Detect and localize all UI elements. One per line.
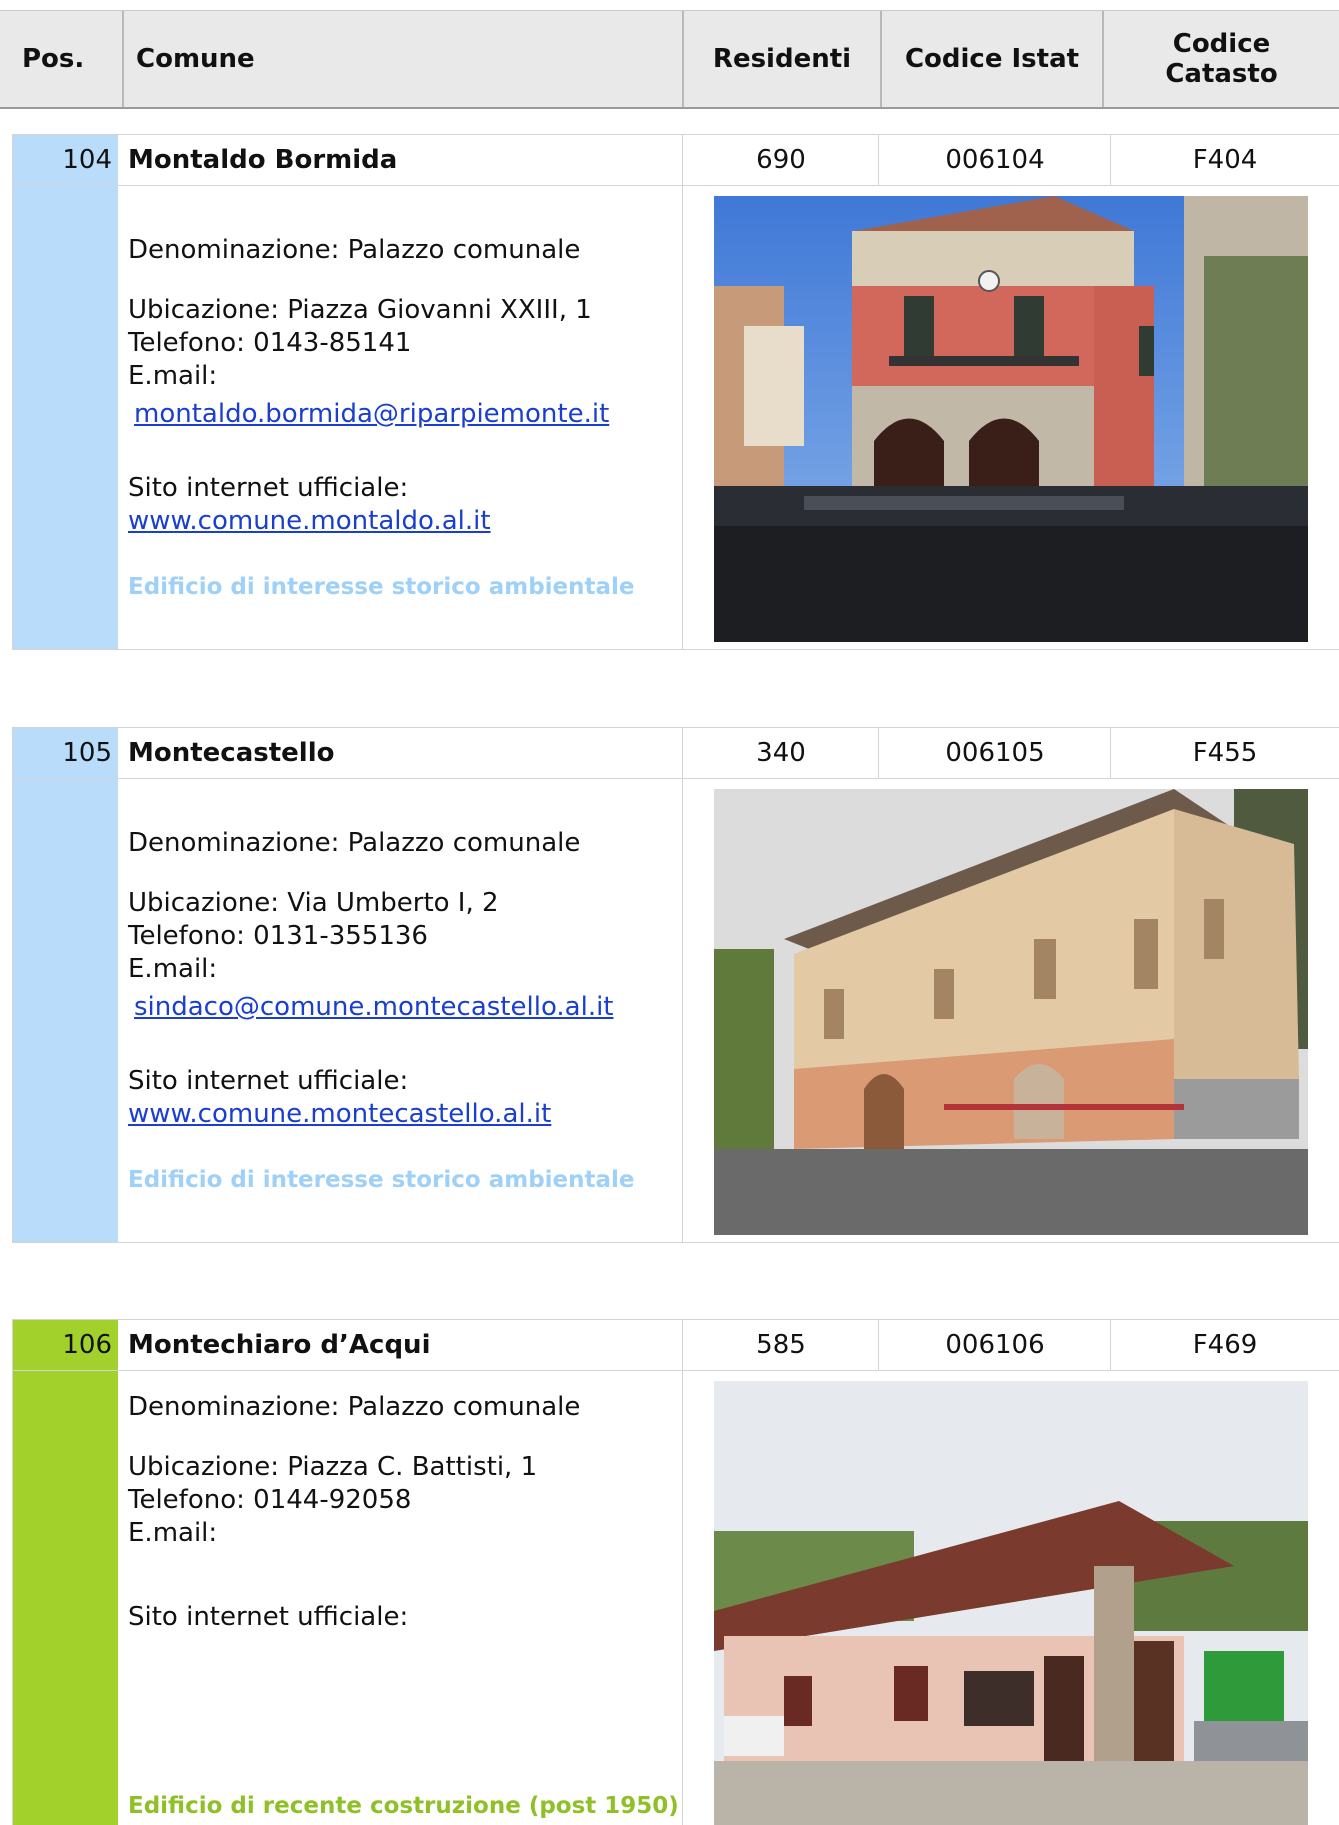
residenti-value: 585 [756, 1330, 806, 1360]
residenti-value: 340 [756, 738, 806, 768]
sito-link[interactable]: www.comune.montecastello.al.it [128, 1098, 551, 1131]
cell-divider [682, 134, 683, 650]
cell-border [12, 727, 13, 1243]
istat-value: 006106 [945, 1330, 1045, 1360]
denominazione: Denominazione: Palazzo comunale [128, 1392, 581, 1422]
email-link[interactable]: sindaco@comune.montecastello.al.it [134, 991, 614, 1024]
ubicazione: Ubicazione: Piazza C. Battisti, 1 [128, 1452, 538, 1482]
building-category-note: Edificio di interesse storico ambientale [128, 1167, 635, 1193]
building-category-note: Edificio di interesse storico ambientale [128, 574, 635, 600]
record-bottom-border [12, 1242, 1339, 1243]
catasto-value: F404 [1192, 145, 1258, 175]
header-catasto-line2: Catasto [1165, 59, 1278, 89]
record-summary-row: 104 Montaldo Bormida 690 006104 F404 [12, 134, 1339, 186]
record-summary-row: 105 Montecastello 340 006105 F455 [12, 727, 1339, 779]
denominazione: Denominazione: Palazzo comunale [128, 828, 581, 858]
ubicazione: Ubicazione: Piazza Giovanni XXIII, 1 [128, 295, 592, 325]
comune-name: Montechiaro d’Acqui [128, 1330, 431, 1360]
email-label: E.mail: [128, 1518, 218, 1548]
email-link[interactable]: montaldo.bormida@riparpiemonte.it [134, 398, 609, 431]
cell-border [12, 134, 13, 650]
sito-label: Sito internet ufficiale: [128, 1602, 409, 1632]
catasto-value: F455 [1192, 738, 1258, 768]
header-catasto-line1: Codice [1172, 29, 1271, 59]
cell-divider [878, 727, 879, 779]
header-codice-istat: Codice Istat [904, 44, 1080, 74]
cell-divider [1110, 1319, 1111, 1371]
record-105: 105 Montecastello 340 006105 F455 Denomi… [12, 727, 1339, 1243]
email-label: E.mail: [128, 954, 218, 984]
header-codice-catasto: Codice Catasto [1104, 11, 1339, 107]
cell-divider [682, 727, 683, 1243]
sito-label: Sito internet ufficiale: [128, 1066, 409, 1096]
istat-value: 006105 [945, 738, 1045, 768]
cell-divider [878, 1319, 879, 1371]
sito-link[interactable]: www.comune.montaldo.al.it [128, 505, 491, 538]
telefono: Telefono: 0143-85141 [128, 328, 412, 358]
record-position: 104 [12, 135, 118, 185]
denominazione: Denominazione: Palazzo comunale [128, 235, 581, 265]
ubicazione: Ubicazione: Via Umberto I, 2 [128, 888, 499, 918]
email-label: E.mail: [128, 361, 218, 391]
istat-value: 006104 [945, 145, 1045, 175]
cell-divider [878, 134, 879, 186]
comune-name: Montecastello [128, 738, 335, 768]
cell-divider [1110, 134, 1111, 186]
record-summary-row: 106 Montechiaro d’Acqui 585 006106 F469 [12, 1319, 1339, 1371]
record-bottom-border [12, 649, 1339, 650]
header-comune: Comune [136, 44, 255, 74]
category-band [12, 186, 118, 650]
header-divider [122, 11, 124, 107]
town-hall-photo [714, 789, 1308, 1235]
cell-divider [682, 1319, 683, 1825]
category-band [12, 1371, 118, 1825]
town-hall-photo [714, 1381, 1308, 1825]
sito-label: Sito internet ufficiale: [128, 473, 409, 503]
record-position: 105 [12, 728, 118, 778]
record-104: 104 Montaldo Bormida 690 006104 F404 Den… [12, 134, 1339, 650]
telefono: Telefono: 0144-92058 [128, 1485, 412, 1515]
building-category-note: Edificio di recente costruzione (post 19… [128, 1793, 679, 1819]
record-106: 106 Montechiaro d’Acqui 585 006106 F469 … [12, 1319, 1339, 1825]
residenti-value: 690 [756, 145, 806, 175]
category-band [12, 779, 118, 1243]
cell-divider [1110, 727, 1111, 779]
comune-name: Montaldo Bormida [128, 145, 398, 175]
cell-border [12, 1319, 13, 1825]
record-position: 106 [12, 1320, 118, 1370]
header-pos: Pos. [22, 44, 85, 74]
catasto-value: F469 [1192, 1330, 1258, 1360]
telefono: Telefono: 0131-355136 [128, 921, 428, 951]
table-header: Pos. Comune Residenti Codice Istat Codic… [0, 10, 1339, 109]
town-hall-photo [714, 196, 1308, 642]
header-residenti: Residenti [712, 44, 852, 74]
